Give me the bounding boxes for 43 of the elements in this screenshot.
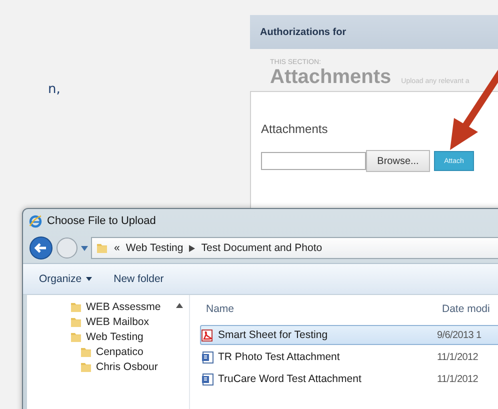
folder-tree-item[interactable]: WEB Mailbox	[86, 316, 150, 328]
file-name: TR Photo Test Attachment	[218, 351, 340, 363]
section-title: Attachments	[270, 66, 392, 89]
file-row[interactable]: Smart Sheet for Testing 9/6/2013 1	[200, 325, 498, 345]
toolbar-button[interactable]: New folder	[114, 273, 164, 285]
folder-icon	[70, 331, 82, 343]
file-row[interactable]: TR Photo Test Attachment 11/1/2012	[200, 347, 498, 367]
document-file-icon	[201, 372, 214, 386]
document-file-icon	[201, 350, 214, 364]
file-name: Smart Sheet for Testing	[218, 329, 328, 341]
file-name: TruCare Word Test Attachment	[218, 373, 362, 385]
browser-icon	[29, 214, 42, 228]
breadcrumb-item[interactable]: Test Document and Photo	[201, 242, 322, 254]
folder-tree-item[interactable]: Web Testing	[86, 331, 144, 343]
folder-icon	[96, 242, 108, 254]
folder-icon	[80, 361, 92, 373]
file-path-field[interactable]	[261, 152, 366, 170]
file-date: 9/6/2013 1	[437, 330, 482, 340]
instruction-text: n,	[48, 82, 60, 97]
field-label: Attachments	[261, 122, 329, 136]
folder-icon	[70, 301, 82, 313]
history-dropdown-icon[interactable]	[81, 246, 88, 250]
toolbar-button[interactable]: Organize	[39, 273, 92, 285]
column-header[interactable]: Date modi	[436, 303, 498, 315]
folder-icon	[70, 316, 82, 328]
scroll-up-icon[interactable]	[176, 303, 183, 308]
pdf-file-icon	[201, 328, 214, 342]
folder-tree-item[interactable]: Cenpatico	[96, 346, 144, 358]
address-bar[interactable]: « Web Testing Test Document and Photo	[91, 237, 498, 259]
breadcrumb-separator-icon	[189, 244, 196, 252]
folder-tree-item[interactable]: WEB Assessme	[86, 301, 161, 313]
dialog-title: Choose File to Upload	[47, 215, 156, 227]
breadcrumb-item[interactable]: Web Testing	[126, 242, 184, 254]
browse-button[interactable]: Browse...	[366, 150, 430, 172]
folder-tree-item[interactable]: Chris Osbour	[96, 361, 158, 373]
back-icon[interactable]	[29, 236, 53, 260]
file-date: 11/1/2012	[437, 352, 480, 362]
file-row[interactable]: TruCare Word Test Attachment 11/1/2012	[200, 369, 498, 389]
folder-icon	[80, 346, 92, 358]
breadcrumb-overflow[interactable]: «	[114, 242, 120, 254]
file-date: 11/1/2012	[437, 374, 480, 384]
panel-title: Authorizations for	[260, 26, 346, 38]
column-header[interactable]: Name	[200, 303, 436, 315]
